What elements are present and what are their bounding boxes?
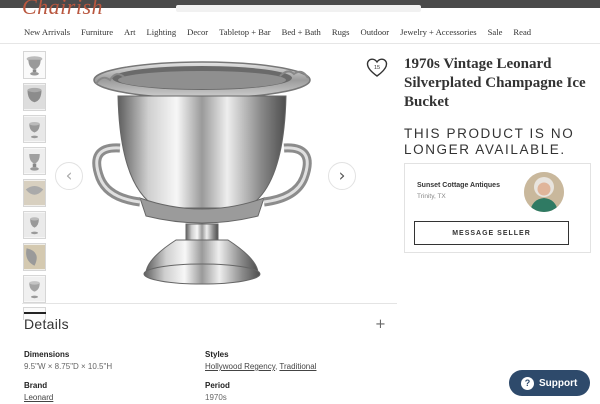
details-heading[interactable]: Details: [24, 316, 69, 332]
seller-avatar[interactable]: [524, 172, 564, 212]
nav-jewelry-accessories[interactable]: Jewelry + Accessories: [400, 27, 476, 37]
thumbnail[interactable]: [23, 275, 46, 303]
question-icon: ?: [521, 376, 534, 390]
styles-label: Styles: [205, 350, 229, 359]
favorite-button[interactable]: 15: [366, 57, 388, 79]
brand-label: Brand: [24, 381, 48, 390]
support-button[interactable]: ? Support: [509, 370, 590, 396]
search-bar[interactable]: [176, 5, 421, 12]
brand-link[interactable]: Leonard: [24, 393, 53, 402]
period-value: 1970s: [205, 393, 227, 402]
nav-outdoor[interactable]: Outdoor: [361, 27, 390, 37]
previous-image-button[interactable]: ‹: [55, 162, 83, 190]
thumbnail[interactable]: [23, 83, 46, 111]
thumbnail[interactable]: [23, 179, 46, 207]
message-seller-button[interactable]: MESSAGE SELLER: [414, 221, 569, 245]
section-divider: [22, 303, 397, 304]
dimensions-field: Dimensions 9.5"W × 8.75"D × 10.5"H: [24, 350, 112, 371]
next-image-button[interactable]: ›: [328, 162, 356, 190]
nav-sale[interactable]: Sale: [488, 27, 503, 37]
dimensions-value: 9.5"W × 8.75"D × 10.5"H: [24, 362, 113, 371]
nav-new-arrivals[interactable]: New Arrivals: [24, 27, 70, 37]
nav-lighting[interactable]: Lighting: [147, 27, 177, 37]
thumbnail[interactable]: [23, 211, 46, 239]
chevron-left-icon: ‹: [65, 165, 73, 186]
style-link-traditional[interactable]: Traditional: [279, 362, 316, 371]
product-title: 1970s Vintage Leonard Silverplated Champ…: [404, 56, 586, 110]
nav-bed-bath[interactable]: Bed + Bath: [282, 27, 321, 37]
thumbnail-strip: [23, 51, 47, 324]
seller-card: Sunset Cottage Antiques Trinity, TX MESS…: [404, 163, 591, 253]
heart-icon: 15: [366, 58, 388, 77]
thumbnail[interactable]: [23, 115, 46, 143]
chevron-right-icon: ›: [338, 165, 346, 186]
nav-furniture[interactable]: Furniture: [81, 27, 113, 37]
dimensions-label: Dimensions: [24, 350, 70, 359]
expand-plus-icon[interactable]: +: [375, 318, 386, 331]
unavailable-notice: THIS PRODUCT IS NO LONGER AVAILABLE.: [404, 126, 575, 157]
brand-field: Brand Leonard: [24, 381, 53, 402]
seller-location: Trinity, TX: [417, 193, 446, 200]
seller-name[interactable]: Sunset Cottage Antiques: [417, 182, 500, 189]
styles-field: Styles Hollywood Regency, Traditional: [205, 350, 317, 371]
category-nav: New Arrivals Furniture Art Lighting Deco…: [0, 20, 600, 44]
nav-art[interactable]: Art: [124, 27, 135, 37]
nav-rugs[interactable]: Rugs: [332, 27, 350, 37]
period-label: Period: [205, 381, 230, 390]
style-link-hollywood-regency[interactable]: Hollywood Regency: [205, 362, 275, 371]
nav-decor[interactable]: Decor: [187, 27, 208, 37]
nav-read[interactable]: Read: [513, 27, 531, 37]
details-tab-indicator: [24, 312, 46, 314]
thumbnail[interactable]: [23, 243, 46, 271]
thumbnail[interactable]: [23, 51, 46, 79]
thumbnail[interactable]: [23, 147, 46, 175]
nav-tabletop-bar[interactable]: Tabletop + Bar: [219, 27, 271, 37]
site-logo[interactable]: Chairish: [22, 0, 132, 16]
period-field: Period 1970s: [205, 381, 230, 402]
support-label: Support: [539, 377, 578, 389]
favorite-count: 15: [374, 65, 380, 71]
